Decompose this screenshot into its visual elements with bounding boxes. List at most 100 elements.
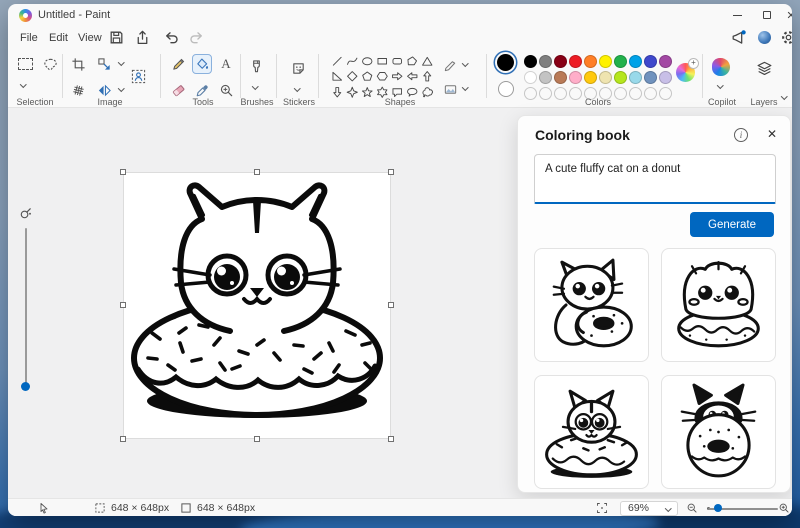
color-swatch-a349a4[interactable] bbox=[659, 55, 672, 68]
resize-button[interactable] bbox=[94, 54, 114, 74]
shape-curve[interactable] bbox=[345, 53, 360, 69]
shape-diamond[interactable] bbox=[345, 69, 360, 85]
shape-hexagon[interactable] bbox=[375, 69, 390, 85]
color-swatch-ffc90e[interactable] bbox=[584, 71, 597, 84]
size-slider-track[interactable] bbox=[24, 228, 27, 386]
selection-handle[interactable] bbox=[388, 302, 394, 308]
copilot-dropdown-chevron[interactable] bbox=[717, 82, 724, 89]
color-swatch-7f7f7f[interactable] bbox=[539, 55, 552, 68]
close-button[interactable]: ✕ bbox=[778, 4, 792, 26]
color-swatch-3f48cc[interactable] bbox=[644, 55, 657, 68]
menu-view[interactable]: View bbox=[74, 30, 106, 46]
selection-dropdown-chevron[interactable] bbox=[20, 81, 27, 88]
minimize-button[interactable] bbox=[724, 4, 750, 26]
empty-color-slot[interactable] bbox=[644, 87, 657, 100]
color-swatch-22b14c[interactable] bbox=[614, 55, 627, 68]
empty-color-slot[interactable] bbox=[569, 87, 582, 100]
selection-handle[interactable] bbox=[120, 302, 126, 308]
feedback-button[interactable] bbox=[730, 29, 747, 46]
zoom-level-dropdown[interactable]: 69% bbox=[620, 500, 678, 516]
menu-file[interactable]: File bbox=[16, 30, 42, 46]
color-swatch-00a2e8[interactable] bbox=[629, 55, 642, 68]
fill-tool-button[interactable] bbox=[192, 54, 212, 74]
shape-arrow-down[interactable] bbox=[330, 84, 345, 100]
size-slider-thumb[interactable] bbox=[21, 382, 30, 391]
shape-triangle[interactable] bbox=[420, 53, 435, 69]
selection-handle[interactable] bbox=[120, 436, 126, 442]
foreground-color-swatch[interactable] bbox=[497, 54, 514, 71]
freeform-select-button[interactable] bbox=[40, 54, 60, 74]
shape-oval[interactable] bbox=[360, 53, 375, 69]
generated-thumbnail-cat-hugging-donut[interactable] bbox=[534, 248, 649, 362]
panel-close-button[interactable]: ✕ bbox=[764, 126, 780, 142]
shape-star-4[interactable] bbox=[345, 84, 360, 100]
remove-background-button[interactable] bbox=[128, 66, 148, 86]
generated-thumbnail-fluffy-cat-on-donut[interactable] bbox=[661, 248, 776, 362]
shape-line[interactable] bbox=[330, 53, 345, 69]
settings-button[interactable] bbox=[780, 29, 792, 46]
shape-pentagon[interactable] bbox=[360, 69, 375, 85]
stickers-dropdown-chevron[interactable] bbox=[294, 85, 301, 92]
magnifier-tool-button[interactable] bbox=[216, 80, 236, 100]
maximize-button[interactable] bbox=[754, 4, 780, 26]
color-swatch-c8bfe7[interactable] bbox=[659, 71, 672, 84]
color-swatch-b5e61d[interactable] bbox=[614, 71, 627, 84]
text-tool-button[interactable]: A bbox=[216, 54, 236, 74]
selection-handle[interactable] bbox=[254, 436, 260, 442]
fill-dropdown-chevron[interactable] bbox=[462, 84, 469, 91]
resize-dropdown-chevron[interactable] bbox=[118, 59, 125, 66]
copilot-button[interactable] bbox=[711, 57, 731, 77]
eraser-tool-button[interactable] bbox=[168, 80, 188, 100]
layers-button[interactable] bbox=[754, 58, 774, 78]
edit-colors-button[interactable] bbox=[676, 58, 699, 82]
pencil-tool-button[interactable] bbox=[168, 54, 188, 74]
empty-color-slot[interactable] bbox=[614, 87, 627, 100]
empty-color-slot[interactable] bbox=[539, 87, 552, 100]
generate-button[interactable]: Generate bbox=[690, 212, 774, 237]
color-swatch-7092be[interactable] bbox=[644, 71, 657, 84]
empty-color-slot[interactable] bbox=[629, 87, 642, 100]
color-swatch-c3c3c3[interactable] bbox=[539, 71, 552, 84]
shape-arrow-left[interactable] bbox=[405, 69, 420, 85]
pattern-button[interactable] bbox=[68, 80, 88, 100]
color-swatch-ffffff[interactable] bbox=[524, 71, 537, 84]
shape-right-triangle[interactable] bbox=[330, 69, 345, 85]
prompt-input[interactable]: A cute fluffy cat on a donut bbox=[534, 154, 776, 204]
save-button[interactable] bbox=[108, 29, 125, 46]
account-button[interactable] bbox=[756, 29, 773, 46]
color-swatch-ffaec9[interactable] bbox=[569, 71, 582, 84]
color-swatch-000000[interactable] bbox=[524, 55, 537, 68]
selection-handle[interactable] bbox=[254, 169, 260, 175]
empty-color-slot[interactable] bbox=[659, 87, 672, 100]
color-swatch-efe4b0[interactable] bbox=[599, 71, 612, 84]
share-button[interactable] bbox=[134, 29, 151, 46]
color-swatch-b97a57[interactable] bbox=[554, 71, 567, 84]
shape-polygon[interactable] bbox=[405, 53, 420, 69]
shape-star-5[interactable] bbox=[360, 84, 375, 100]
fit-to-screen-button[interactable] bbox=[596, 499, 608, 516]
color-swatch-880015[interactable] bbox=[554, 55, 567, 68]
shape-rounded-rectangle[interactable] bbox=[390, 53, 405, 69]
rectangle-select-button[interactable] bbox=[15, 54, 35, 74]
color-swatch-99d9ea[interactable] bbox=[629, 71, 642, 84]
generated-thumbnail-cat-inside-donut[interactable] bbox=[534, 375, 649, 489]
color-swatch-ff7f27[interactable] bbox=[584, 55, 597, 68]
background-color-swatch[interactable] bbox=[498, 81, 514, 97]
selection-handle[interactable] bbox=[388, 169, 394, 175]
menu-edit[interactable]: Edit bbox=[45, 30, 72, 46]
zoom-slider-thumb[interactable] bbox=[714, 504, 722, 512]
shape-arrow-right[interactable] bbox=[390, 69, 405, 85]
shape-rectangle[interactable] bbox=[375, 53, 390, 69]
brushes-button[interactable] bbox=[246, 56, 266, 76]
shape-thought-bubble[interactable] bbox=[420, 84, 435, 100]
empty-color-slot[interactable] bbox=[554, 87, 567, 100]
zoom-out-button[interactable] bbox=[686, 499, 698, 516]
zoom-in-button[interactable] bbox=[778, 499, 790, 516]
info-icon[interactable]: i bbox=[734, 128, 748, 142]
shape-arrow-up[interactable] bbox=[420, 69, 435, 85]
stickers-button[interactable] bbox=[288, 58, 308, 78]
undo-button[interactable] bbox=[163, 29, 180, 46]
color-swatch-ed1c24[interactable] bbox=[569, 55, 582, 68]
flip-dropdown-chevron[interactable] bbox=[118, 85, 125, 92]
canvas[interactable] bbox=[120, 169, 394, 442]
